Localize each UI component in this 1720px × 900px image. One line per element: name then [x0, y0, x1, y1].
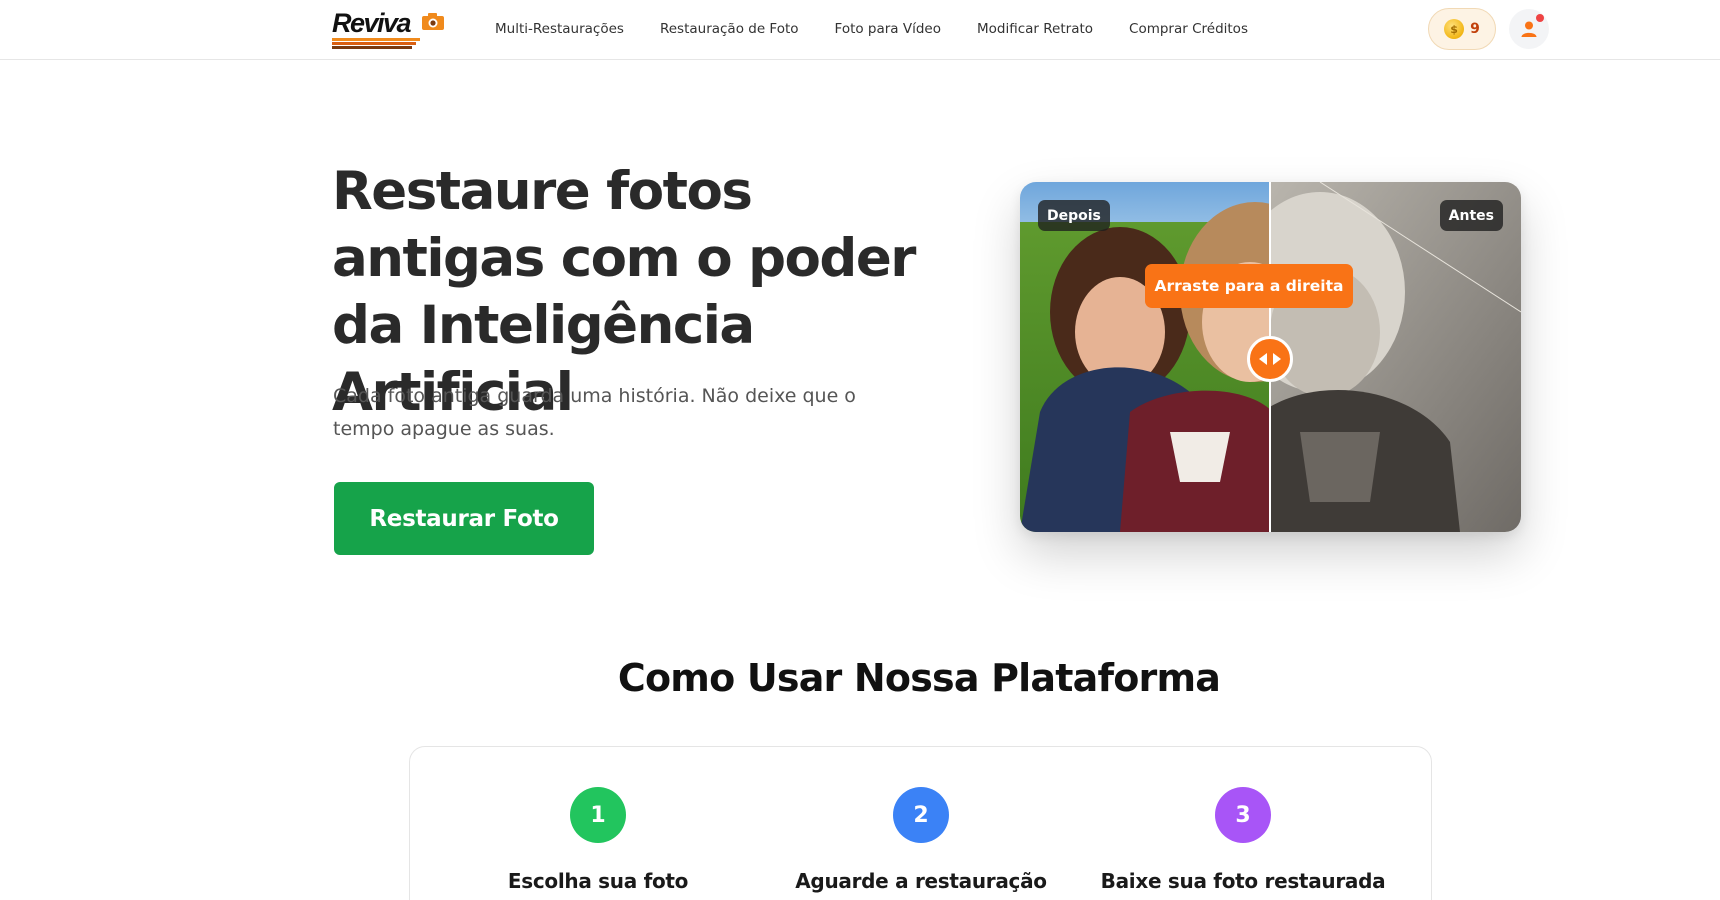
step-number-badge: 1 [570, 787, 626, 843]
restore-photo-button[interactable]: Restaurar Foto [334, 482, 594, 555]
before-label: Antes [1439, 200, 1503, 231]
nav-multi-restauracoes[interactable]: Multi-Restaurações [495, 21, 642, 37]
top-header: Reviva Multi-Restaurações Restauração de… [0, 0, 1720, 60]
step-number-badge: 2 [893, 787, 949, 843]
logo-stripe [332, 46, 412, 49]
step-number-badge: 3 [1215, 787, 1271, 843]
reviva-logo[interactable]: Reviva [332, 8, 444, 50]
step-title: Baixe sua foto restaurada [1100, 869, 1386, 893]
coin-icon: $ [1444, 19, 1465, 39]
section-title-how-to: Como Usar Nossa Plataforma [617, 656, 1221, 700]
before-after-slider[interactable]: Depois Antes Arraste para a direita [1020, 182, 1521, 532]
after-label: Depois [1038, 200, 1110, 231]
steps-card: 1 Escolha sua foto 2 Aguarde a restauraç… [409, 746, 1432, 900]
step-title: Aguarde a restauração [795, 869, 1047, 893]
credits-button[interactable]: $ 9 [1428, 8, 1496, 50]
camera-icon [422, 13, 444, 30]
user-icon [1521, 21, 1537, 37]
logo-text: Reviva [332, 8, 412, 38]
step-2: 2 Aguarde a restauração [771, 787, 1071, 893]
hero-subtitle: Cada foto antiga guarda uma história. Nã… [333, 385, 856, 440]
nav-restauracao-de-foto[interactable]: Restauração de Foto [642, 21, 817, 37]
nav-foto-para-video[interactable]: Foto para Vídeo [817, 21, 959, 37]
logo-stripe [332, 38, 420, 41]
credits-count: 9 [1470, 21, 1480, 37]
nav-modificar-retrato[interactable]: Modificar Retrato [959, 21, 1111, 37]
logo-stripe [332, 42, 416, 45]
nav-comprar-creditos[interactable]: Comprar Créditos [1111, 21, 1266, 37]
drag-arrows-icon [1259, 353, 1281, 365]
step-1: 1 Escolha sua foto [448, 787, 748, 893]
step-title: Escolha sua foto [507, 869, 689, 893]
user-menu-button[interactable] [1509, 9, 1549, 49]
slider-handle[interactable] [1247, 336, 1293, 382]
drag-tooltip: Arraste para a direita [1145, 264, 1353, 308]
notification-dot [1536, 14, 1544, 22]
step-3: 3 Baixe sua foto restaurada [1093, 787, 1393, 893]
main-nav: Multi-Restaurações Restauração de Foto F… [495, 0, 1266, 58]
